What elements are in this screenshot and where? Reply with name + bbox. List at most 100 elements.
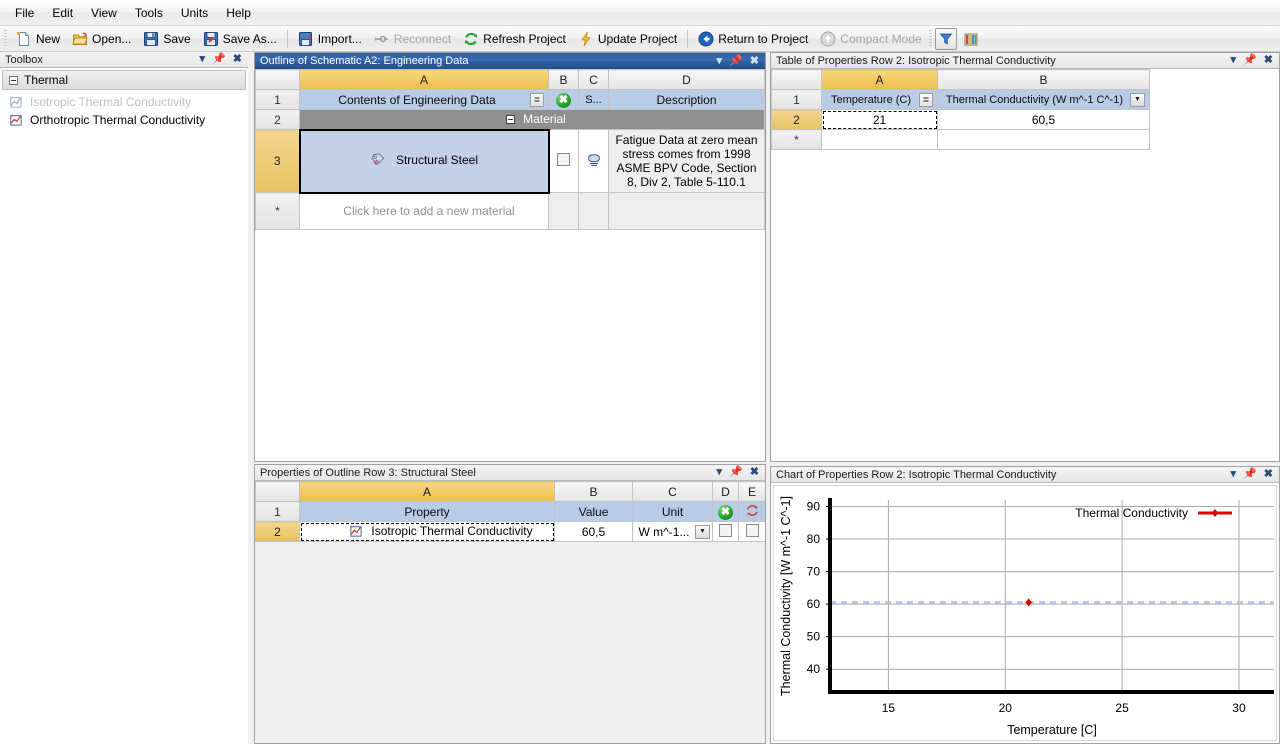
chart-dropdown-icon[interactable]: ▾ xyxy=(1231,469,1237,480)
refresh-checkbox[interactable] xyxy=(745,523,759,537)
refresh-project-button[interactable]: Refresh Project xyxy=(457,28,572,50)
reconnect-button[interactable]: Reconnect xyxy=(368,28,457,50)
property-unit-cell[interactable]: W m^-1... ▼ xyxy=(632,521,713,542)
outline-dropdown-icon[interactable]: ▾ xyxy=(717,55,723,67)
chevron-down-icon[interactable]: ▼ xyxy=(695,524,710,539)
properties-col-d[interactable]: D xyxy=(712,481,739,502)
toolbox-close-icon[interactable]: ✖ xyxy=(233,54,242,65)
table-row[interactable]: 3 Structural Steel Fatigue Data at zero … xyxy=(255,128,765,194)
new-button[interactable]: New xyxy=(10,28,66,50)
toolbox-title: Toolbox xyxy=(5,53,43,66)
outline-panel: Outline of Schematic A2: Engineering Dat… xyxy=(254,52,766,462)
reconnect-icon xyxy=(374,31,390,47)
outline-material-group[interactable]: Material xyxy=(299,109,765,130)
toolbox-item-isotropic-thermal-conductivity[interactable]: Isotropic Thermal Conductivity xyxy=(0,93,248,111)
chart-plot-container[interactable]: 40 50 60 70 80 90 15 20 25 30 Thermal Conductivity… xyxy=(773,485,1277,741)
outline-col-c[interactable]: C xyxy=(578,69,609,90)
outline-pin-icon[interactable]: 📌 xyxy=(729,55,743,67)
menu-units[interactable]: Units xyxy=(172,2,217,24)
add-green-icon[interactable]: ✖ xyxy=(556,92,571,108)
outline-col-b-header: ✖ xyxy=(548,89,579,110)
temperature-column-header[interactable]: Temperature (C) ≣ xyxy=(821,89,938,110)
collapse-icon[interactable] xyxy=(9,75,18,85)
menu-tools[interactable]: Tools xyxy=(126,2,172,24)
chart-title: Chart of Properties Row 2: Isotropic The… xyxy=(776,468,1057,481)
outline-close-icon[interactable]: ✖ xyxy=(750,55,759,67)
save-as-button[interactable]: Save As... xyxy=(197,28,283,50)
import-button[interactable]: Import... xyxy=(292,28,368,50)
sort-filter-icon[interactable]: ≣ xyxy=(919,92,933,107)
properties-col-a[interactable]: A xyxy=(299,481,555,502)
menu-view[interactable]: View xyxy=(82,2,126,24)
property-use-checkbox-cell[interactable] xyxy=(712,521,739,542)
refresh-red-icon[interactable] xyxy=(744,503,760,519)
toolbox-item-orthotropic-thermal-conductivity[interactable]: Orthotropic Thermal Conductivity xyxy=(0,111,248,129)
menu-file[interactable]: File xyxy=(6,2,43,24)
chevron-down-icon[interactable]: ▼ xyxy=(1130,92,1145,107)
properties-title-bar: Properties of Outline Row 3: Structural … xyxy=(255,465,765,481)
toolbox-pin-icon[interactable]: 📌 xyxy=(212,54,226,65)
properties-dropdown-icon[interactable]: ▾ xyxy=(717,467,723,478)
property-value-cell[interactable]: 60,5 xyxy=(554,521,633,542)
save-button[interactable]: Save xyxy=(137,28,196,50)
engineering-data-sources-button[interactable] xyxy=(957,28,985,50)
thermal-conductivity-chart[interactable]: 40 50 60 70 80 90 15 20 25 30 Thermal Conductivity… xyxy=(774,486,1278,742)
thermal-conductivity-value-cell[interactable]: 60,5 xyxy=(937,109,1150,130)
toolbox-dropdown-icon[interactable]: ▾ xyxy=(200,54,206,65)
table-props-col-a[interactable]: A xyxy=(821,69,938,90)
compact-mode-button[interactable]: Compact Mode xyxy=(814,28,927,50)
outline-group-row[interactable]: 2 Material xyxy=(255,109,765,130)
outline-row-index-1: 1 xyxy=(255,89,300,110)
outline-col-d[interactable]: D xyxy=(608,69,765,90)
table-props-title-bar: Table of Properties Row 2: Isotropic The… xyxy=(771,53,1279,69)
outline-new-row[interactable]: * Click here to add a new material xyxy=(255,192,765,230)
table-row[interactable]: 2 21 60,5 xyxy=(771,109,1150,130)
properties-title: Properties of Outline Row 3: Structural … xyxy=(260,466,476,479)
svg-text:80: 80 xyxy=(807,532,821,546)
menu-help[interactable]: Help xyxy=(217,2,260,24)
update-project-button[interactable]: Update Project xyxy=(572,28,683,50)
outline-col-b[interactable]: B xyxy=(548,69,579,90)
table-row[interactable]: 2 Isotropic Thermal Conductivity 60,5 W … xyxy=(255,521,765,542)
chart-pin-icon[interactable]: 📌 xyxy=(1243,469,1257,480)
toolbox-group-thermal[interactable]: Thermal xyxy=(2,70,246,90)
open-folder-icon xyxy=(72,31,88,47)
isotropic-thermal-conductivity-cell[interactable]: Isotropic Thermal Conductivity xyxy=(299,521,555,542)
property-name-label: Isotropic Thermal Conductivity xyxy=(371,523,533,538)
properties-close-icon[interactable]: ✖ xyxy=(750,467,759,478)
table-props-close-icon[interactable]: ✖ xyxy=(1264,55,1273,66)
outline-col-a[interactable]: A xyxy=(299,69,549,90)
group-collapse-icon[interactable] xyxy=(506,114,516,124)
add-green-icon[interactable]: ✖ xyxy=(718,504,733,520)
thermal-conductivity-new-cell[interactable] xyxy=(937,129,1150,150)
sort-filter-icon[interactable]: ≣ xyxy=(530,92,544,107)
temperature-new-cell[interactable] xyxy=(821,129,938,150)
outline-add-material-cell[interactable]: Click here to add a new material xyxy=(299,192,549,230)
table-props-title: Table of Properties Row 2: Isotropic The… xyxy=(776,54,1056,67)
outline-material-cell[interactable]: Structural Steel xyxy=(298,128,550,194)
open-button[interactable]: Open... xyxy=(66,28,137,50)
thermal-conductivity-column-header[interactable]: Thermal Conductivity (W m^-1 C^-1) ▼ xyxy=(937,89,1150,110)
outline-contents-header[interactable]: Contents of Engineering Data ≣ xyxy=(299,89,549,110)
chart-close-icon[interactable]: ✖ xyxy=(1264,469,1273,480)
material-checkbox[interactable] xyxy=(557,153,571,166)
table-props-new-row[interactable]: * xyxy=(771,129,1150,150)
outline-material-checkbox-cell[interactable] xyxy=(548,129,579,193)
table-props-col-b[interactable]: B xyxy=(937,69,1150,90)
book-source-icon[interactable] xyxy=(586,152,602,168)
use-checkbox[interactable] xyxy=(719,523,732,537)
return-to-project-button[interactable]: Return to Project xyxy=(692,28,814,50)
property-refresh-checkbox-cell[interactable] xyxy=(738,521,765,542)
properties-col-c[interactable]: C xyxy=(632,481,713,502)
filter-toggle-button[interactable] xyxy=(934,27,957,50)
temperature-value-cell[interactable]: 21 xyxy=(821,109,938,130)
properties-col-b[interactable]: B xyxy=(554,481,633,502)
properties-pin-icon[interactable]: 📌 xyxy=(729,467,743,478)
properties-col-e[interactable]: E xyxy=(738,481,765,502)
table-props-pin-icon[interactable]: 📌 xyxy=(1243,55,1257,66)
outline-description-header: Description xyxy=(608,89,765,110)
outline-grid: A B C D 1 Contents of Engineering Data ≣… xyxy=(255,69,765,230)
table-props-dropdown-icon[interactable]: ▾ xyxy=(1231,55,1237,66)
menu-edit[interactable]: Edit xyxy=(43,2,82,24)
outline-material-source-cell[interactable] xyxy=(578,129,609,193)
